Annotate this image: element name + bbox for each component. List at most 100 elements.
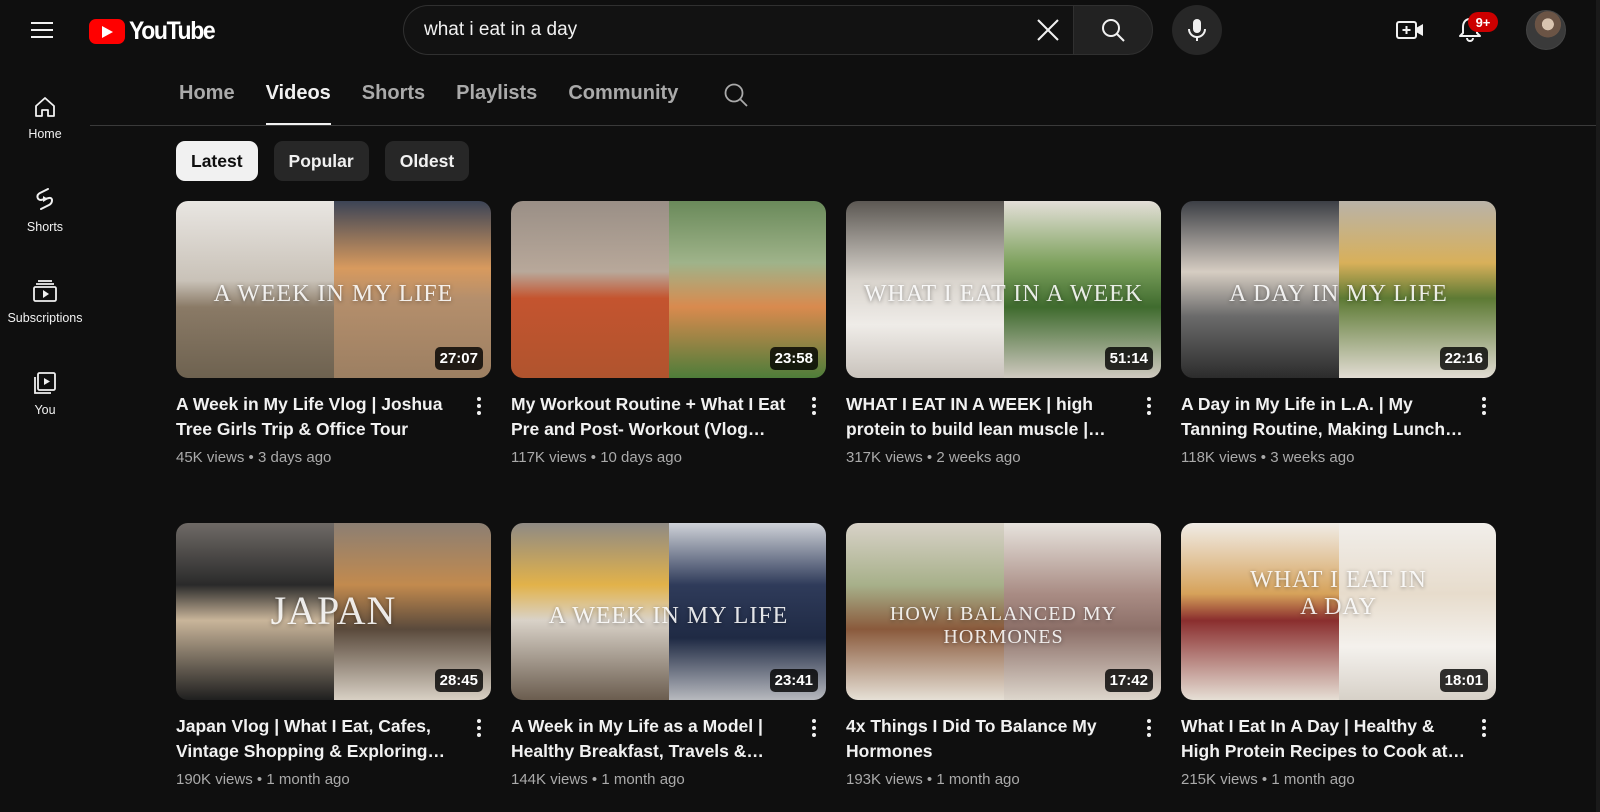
video-thumbnail[interactable]: A Day In My Life 22:16: [1181, 201, 1496, 378]
video-thumbnail[interactable]: A Week In My Life 23:41: [511, 523, 826, 700]
more-vert-icon: [812, 719, 816, 737]
separator: •: [248, 449, 254, 466]
video-card[interactable]: What I Eat In A Week 51:14 WHAT I EAT IN…: [846, 201, 1161, 523]
upload-age: 3 weeks ago: [1270, 449, 1355, 466]
video-title[interactable]: What I Eat In A Day | Healthy & High Pro…: [1181, 714, 1466, 764]
channel-search-button[interactable]: [721, 80, 751, 110]
video-meta: What I Eat In A Day | Healthy & High Pro…: [1181, 700, 1496, 788]
sidebar-item-label: Shorts: [26, 220, 64, 234]
sidebar-item-subscriptions[interactable]: Subscriptions: [0, 256, 90, 348]
channel-tabs: Home Videos Shorts Playlists Community: [179, 78, 751, 126]
voice-search-button[interactable]: [1172, 5, 1222, 55]
more-vert-icon: [1147, 397, 1151, 415]
video-stats: 215K views • 1 month ago: [1181, 771, 1466, 788]
sidebar-item-home[interactable]: Home: [0, 72, 90, 164]
create-video-icon: [1396, 21, 1423, 39]
tab-shorts[interactable]: Shorts: [362, 78, 425, 126]
video-duration: 28:45: [434, 669, 483, 692]
clear-search-button[interactable]: [1023, 6, 1073, 54]
shorts-icon: [36, 188, 53, 210]
sidebar-item-label: Subscriptions: [7, 311, 83, 325]
view-count: 117K views: [511, 449, 587, 466]
more-vert-icon: [1482, 397, 1486, 415]
video-duration: 17:42: [1104, 669, 1153, 692]
microphone-icon: [1188, 19, 1206, 41]
more-actions-button[interactable]: [467, 716, 491, 740]
subscriptions-icon: [33, 280, 57, 302]
more-actions-button[interactable]: [802, 716, 826, 740]
video-thumbnail[interactable]: A Week in My Life 27:07: [176, 201, 491, 378]
separator: •: [926, 771, 933, 788]
upload-age: 3 days ago: [257, 449, 332, 466]
separator: •: [926, 449, 933, 466]
view-count: 118K views: [1181, 449, 1257, 466]
upload-age: 1 month ago: [266, 771, 350, 788]
more-actions-button[interactable]: [1137, 394, 1161, 418]
more-actions-button[interactable]: [1472, 716, 1496, 740]
top-bar: YouTube what i eat in a day 9+: [0, 0, 1600, 60]
view-count: 190K views: [176, 771, 253, 788]
tab-videos[interactable]: Videos: [265, 78, 332, 126]
video-thumbnail[interactable]: What I Eat In A Day 18:01: [1181, 523, 1496, 700]
create-button[interactable]: [1390, 10, 1430, 50]
search-input[interactable]: [424, 19, 1023, 41]
video-thumbnail[interactable]: What I Eat In A Week 51:14: [846, 201, 1161, 378]
chip-popular[interactable]: Popular: [273, 141, 369, 181]
video-duration: 27:07: [434, 347, 483, 370]
video-thumbnail[interactable]: How I Balanced My Hormones 17:42: [846, 523, 1161, 700]
tab-playlists[interactable]: Playlists: [456, 78, 537, 126]
tab-home[interactable]: Home: [179, 78, 235, 126]
search-button[interactable]: [1073, 5, 1153, 55]
chip-latest[interactable]: Latest: [176, 141, 258, 181]
sidebar-item-shorts[interactable]: Shorts: [0, 164, 90, 256]
more-vert-icon: [477, 719, 481, 737]
video-card[interactable]: Japan 28:45 Japan Vlog | What I Eat, Caf…: [176, 523, 491, 812]
sort-chips: Latest Popular Oldest: [176, 141, 470, 181]
sidebar-item-you[interactable]: You: [0, 348, 90, 440]
video-card[interactable]: 23:58 My Workout Routine + What I Eat Pr…: [511, 201, 826, 523]
video-stats: 193K views • 1 month ago: [846, 771, 1131, 788]
video-meta: Japan Vlog | What I Eat, Cafes, Vintage …: [176, 700, 491, 788]
more-vert-icon: [1482, 719, 1486, 737]
avatar[interactable]: [1526, 10, 1566, 50]
video-title[interactable]: WHAT I EAT IN A WEEK | high protein to b…: [846, 392, 1131, 442]
video-title[interactable]: Japan Vlog | What I Eat, Cafes, Vintage …: [176, 714, 461, 764]
video-title[interactable]: A Week in My Life as a Model | Healthy B…: [511, 714, 796, 764]
hamburger-icon: [31, 22, 53, 38]
video-thumbnail[interactable]: 23:58: [511, 201, 826, 378]
video-card[interactable]: How I Balanced My Hormones 17:42 4x Thin…: [846, 523, 1161, 812]
more-actions-button[interactable]: [1137, 716, 1161, 740]
sidebar: Home Shorts Subscriptions You: [0, 72, 90, 440]
menu-button[interactable]: [22, 10, 62, 50]
video-stats: 118K views • 3 weeks ago: [1181, 449, 1466, 466]
video-thumbnail[interactable]: Japan 28:45: [176, 523, 491, 700]
upload-age: 2 weeks ago: [936, 449, 1021, 466]
video-title[interactable]: A Week in My Life Vlog | Joshua Tree Gir…: [176, 392, 461, 442]
video-stats: 317K views • 2 weeks ago: [846, 449, 1131, 466]
search-icon: [724, 83, 748, 107]
video-meta: A Week in My Life Vlog | Joshua Tree Gir…: [176, 378, 491, 466]
video-card[interactable]: A Week in My Life 27:07 A Week in My Lif…: [176, 201, 491, 523]
search-bar: [403, 5, 1153, 55]
video-card[interactable]: What I Eat In A Day 18:01 What I Eat In …: [1181, 523, 1496, 812]
home-icon: [35, 97, 55, 117]
chip-oldest[interactable]: Oldest: [384, 141, 470, 181]
youtube-logo[interactable]: YouTube: [89, 17, 222, 46]
video-card[interactable]: A Day In My Life 22:16 A Day in My Life …: [1181, 201, 1496, 523]
video-duration: 23:58: [769, 347, 818, 370]
video-title[interactable]: My Workout Routine + What I Eat Pre and …: [511, 392, 796, 442]
video-stats: 117K views • 10 days ago: [511, 449, 796, 466]
video-stats: 190K views • 1 month ago: [176, 771, 461, 788]
more-actions-button[interactable]: [467, 394, 491, 418]
separator: •: [590, 449, 597, 466]
more-actions-button[interactable]: [1472, 394, 1496, 418]
logo-text: YouTube: [129, 17, 216, 45]
video-title[interactable]: A Day in My Life in L.A. | My Tanning Ro…: [1181, 392, 1466, 442]
more-actions-button[interactable]: [802, 394, 826, 418]
tab-community[interactable]: Community: [568, 78, 678, 126]
video-stats: 144K views • 1 month ago: [511, 771, 796, 788]
play-logo-icon: [89, 19, 125, 44]
video-card[interactable]: A Week In My Life 23:41 A Week in My Lif…: [511, 523, 826, 812]
video-title[interactable]: 4x Things I Did To Balance My Hormones: [846, 714, 1131, 764]
upload-age: 1 month ago: [1271, 771, 1355, 788]
